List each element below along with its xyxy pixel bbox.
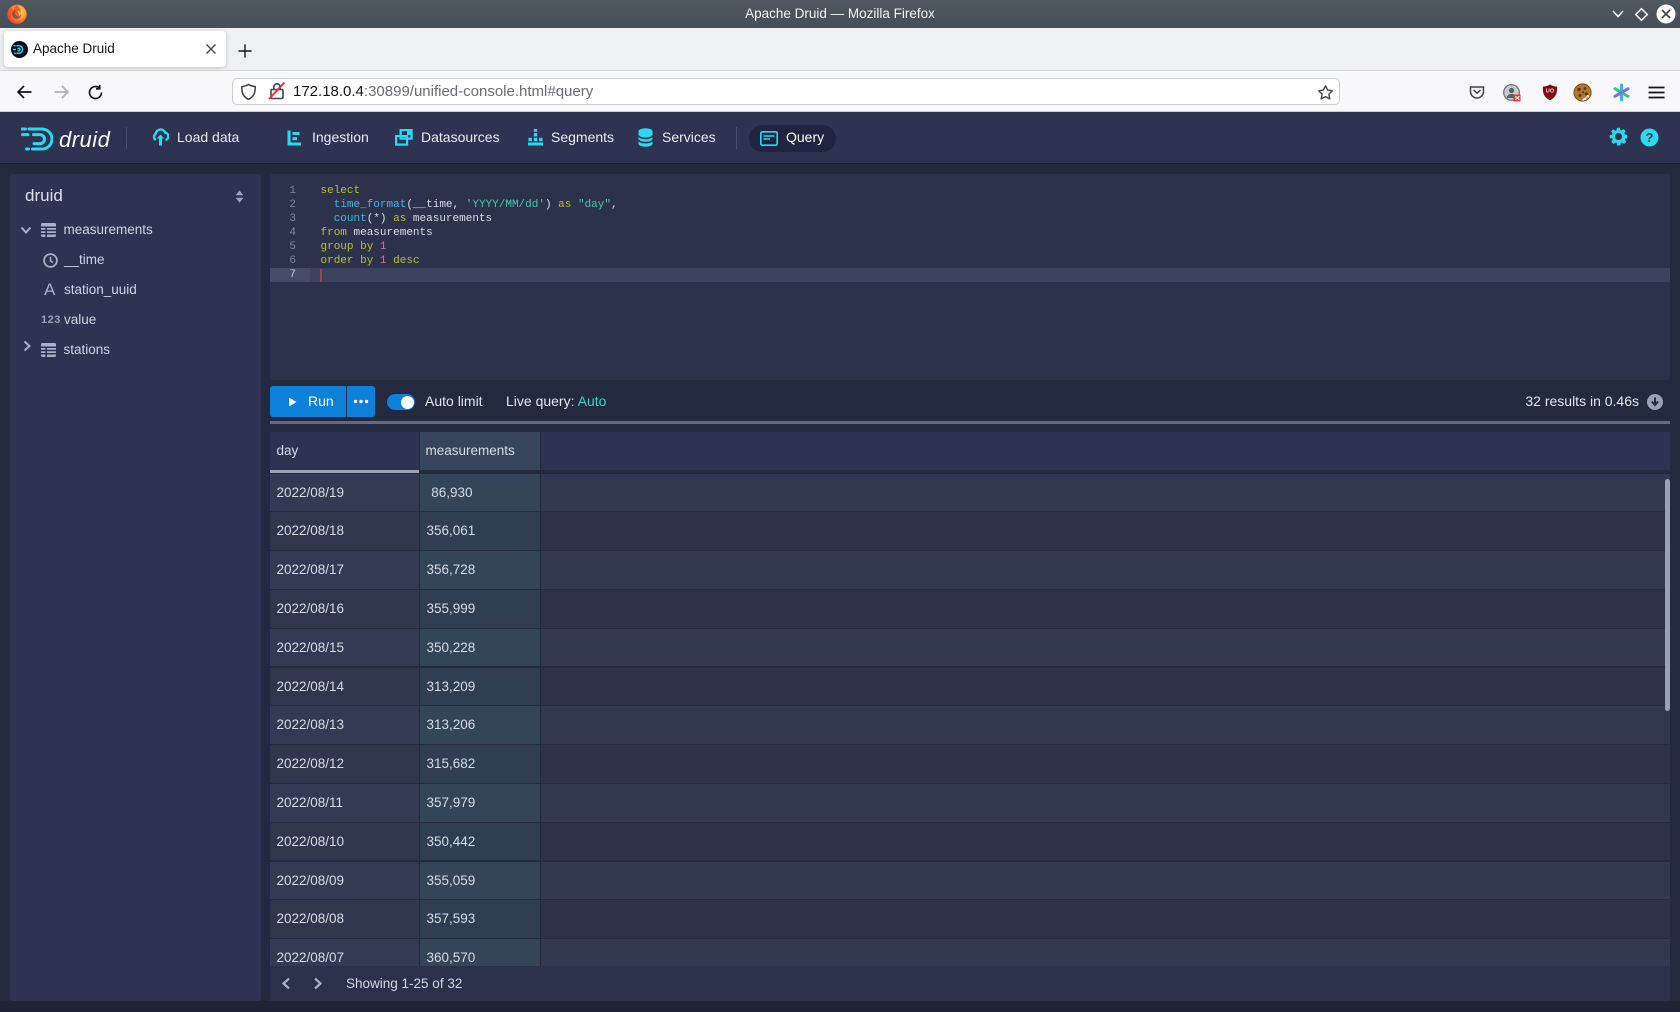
svg-text:UO: UO — [1546, 89, 1555, 95]
svg-text:?: ? — [1646, 130, 1654, 145]
